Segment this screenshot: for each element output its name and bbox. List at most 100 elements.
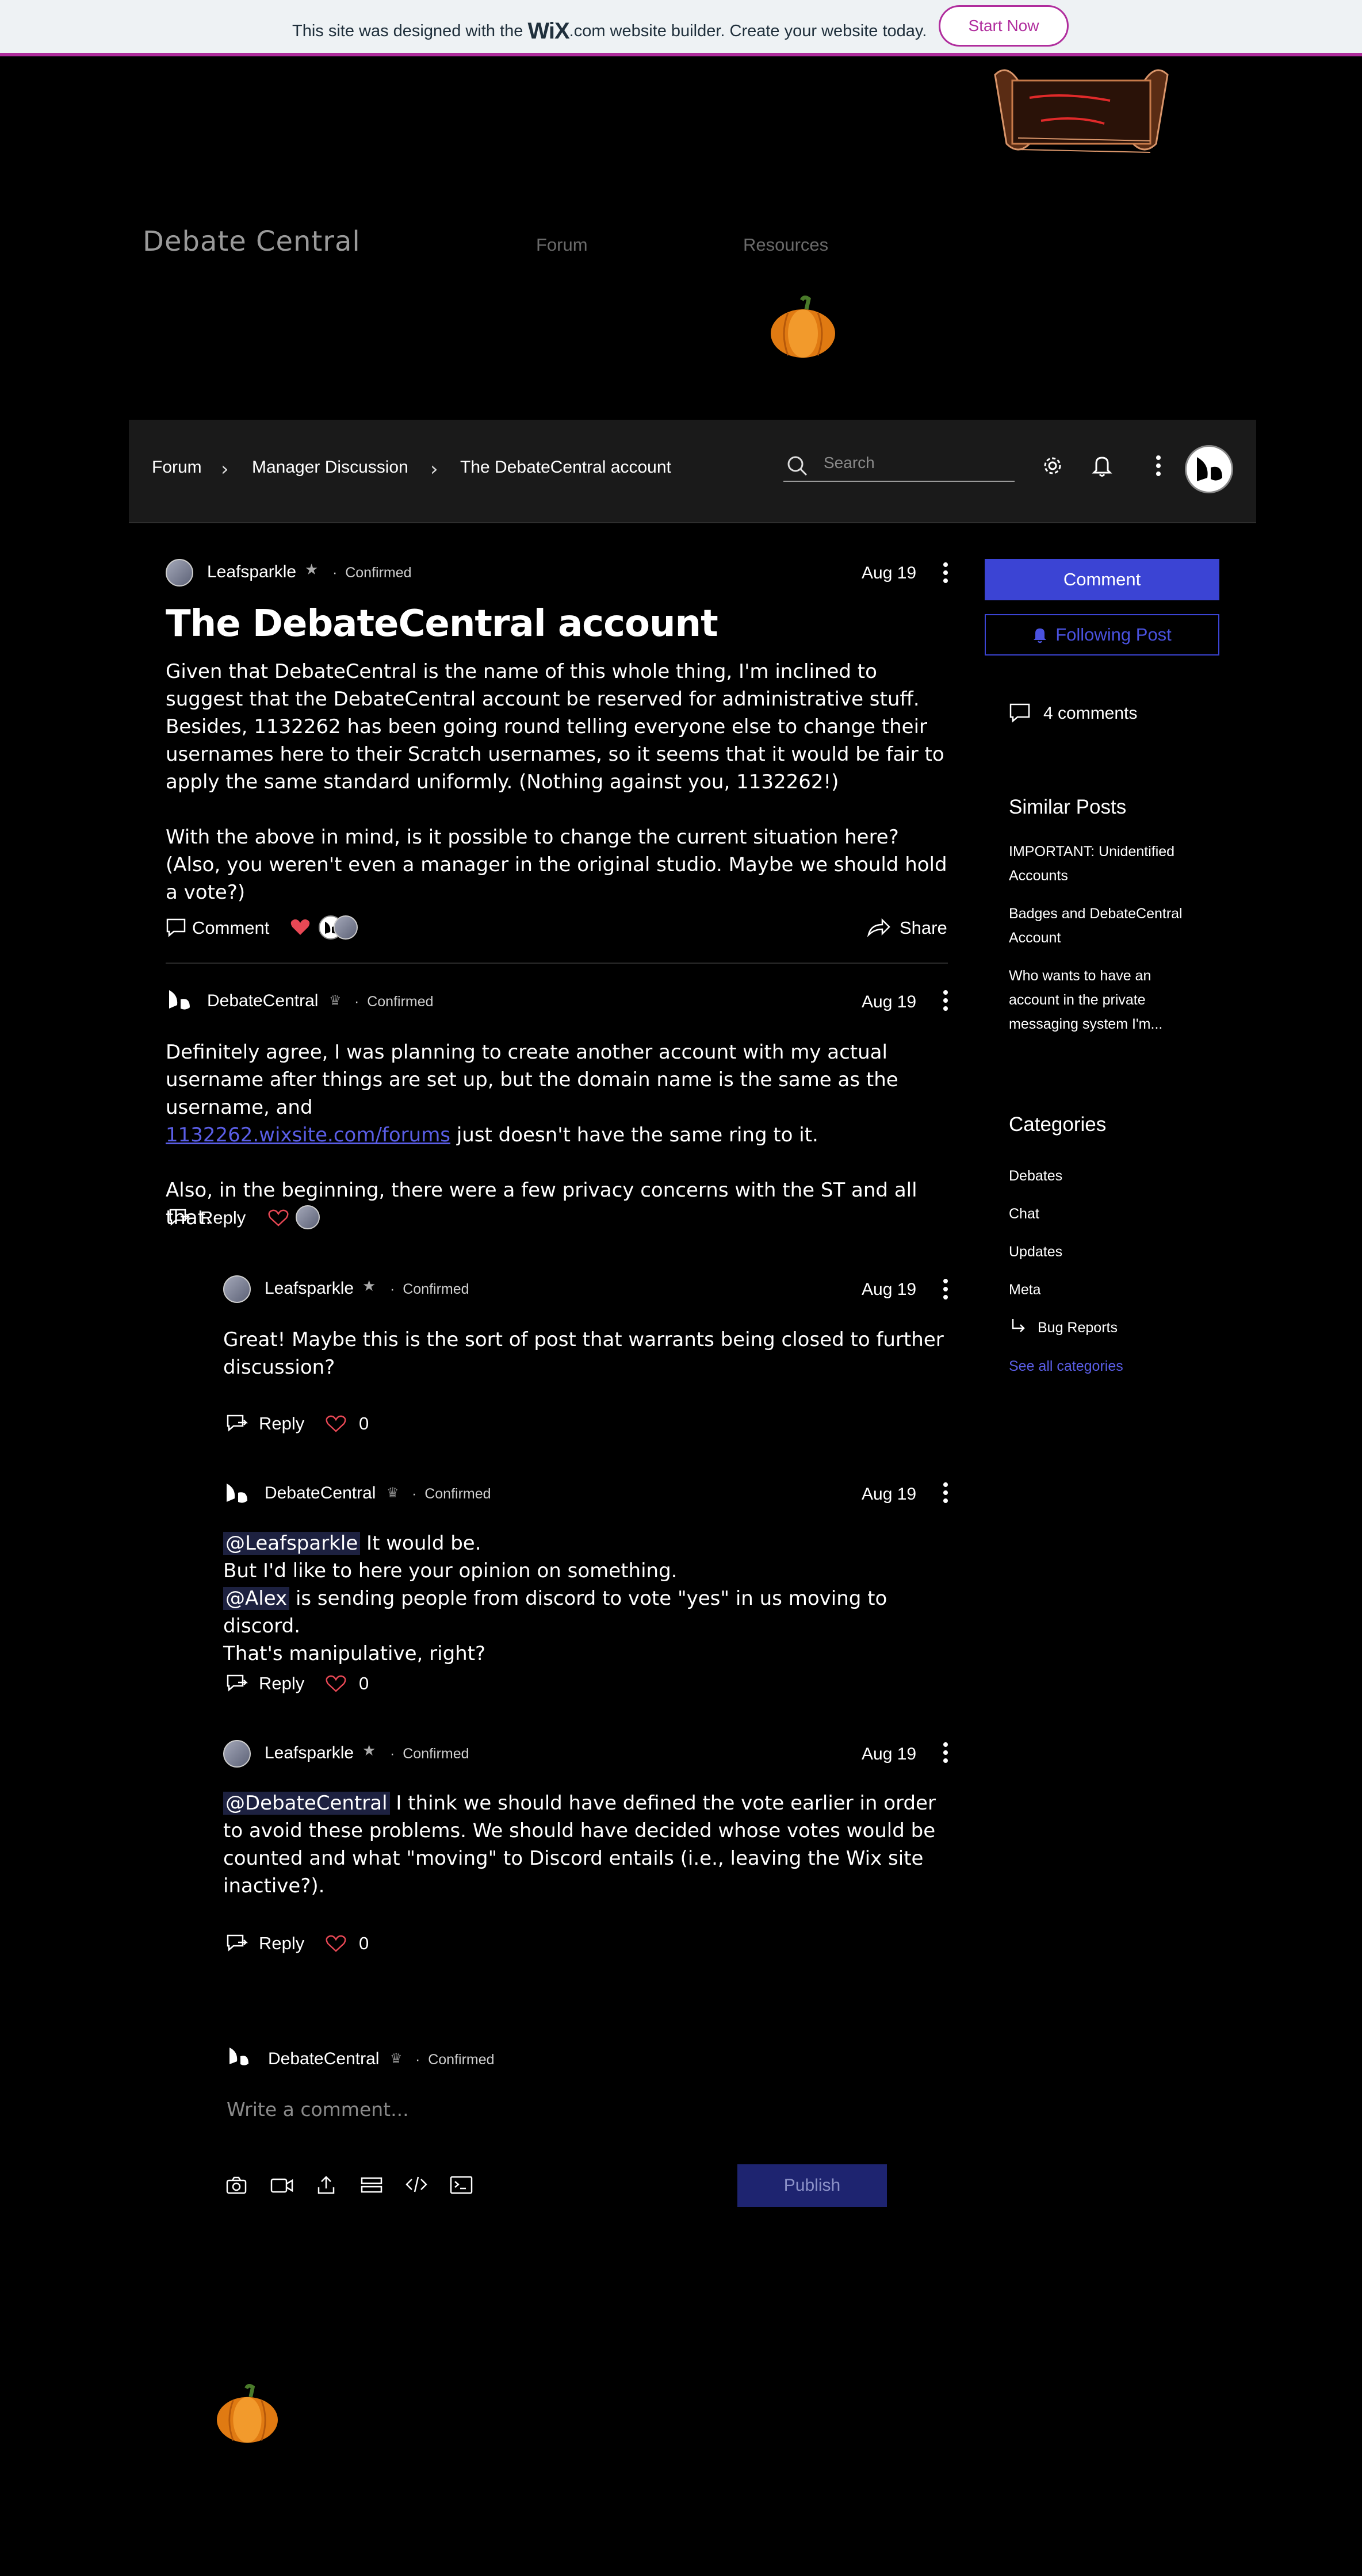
- heart-icon[interactable]: [290, 918, 311, 936]
- publish-button[interactable]: Publish: [737, 2164, 887, 2207]
- avatar[interactable]: [223, 1480, 252, 1509]
- forum-toolbar: Forum › Manager Discussion › The DebateC…: [129, 420, 1256, 523]
- confirmed-badge: · Confirmed: [390, 1746, 469, 1762]
- comment-author[interactable]: DebateCentral: [207, 991, 318, 1011]
- avatar[interactable]: [223, 1740, 251, 1768]
- mention[interactable]: @Alex: [223, 1587, 290, 1610]
- search-input[interactable]: [822, 453, 1009, 473]
- reply-button[interactable]: Reply: [259, 1673, 304, 1694]
- similar-post-link[interactable]: Who wants to have an account in the priva…: [1009, 964, 1216, 1036]
- star-icon: ★: [362, 1742, 376, 1759]
- avatar[interactable]: [166, 987, 194, 1015]
- divider-icon[interactable]: [360, 2176, 383, 2194]
- camera-icon[interactable]: [225, 2176, 247, 2195]
- category-link[interactable]: Debates: [1009, 1164, 1062, 1188]
- post-paragraph: With the above in mind, is it possible t…: [166, 826, 947, 904]
- reply-button[interactable]: Reply: [200, 1208, 246, 1228]
- breadcrumb-forum[interactable]: Forum: [152, 458, 202, 477]
- category-link[interactable]: Chat: [1009, 1202, 1039, 1226]
- category-link[interactable]: Updates: [1009, 1240, 1062, 1264]
- reply-icon[interactable]: [168, 1206, 191, 1227]
- post-title: The DebateCentral account: [166, 603, 718, 645]
- heart-outline-icon[interactable]: [326, 1934, 346, 1953]
- liker-avatar[interactable]: [296, 1205, 320, 1229]
- post-more-icon[interactable]: [943, 562, 949, 586]
- search-box[interactable]: [783, 447, 1015, 482]
- reply-icon[interactable]: [225, 1932, 248, 1953]
- comment-date: Aug 19: [862, 992, 917, 1011]
- heart-outline-icon[interactable]: [326, 1414, 346, 1433]
- upload-icon[interactable]: [316, 2175, 336, 2195]
- reply-icon[interactable]: [225, 1412, 248, 1433]
- chevron-right-icon: ›: [221, 458, 229, 481]
- comment-icon: [1009, 703, 1030, 723]
- code-icon[interactable]: [405, 2175, 428, 2194]
- like-count: 0: [359, 1933, 369, 1953]
- like-count: 0: [359, 1413, 369, 1433]
- site-title[interactable]: Debate Central: [143, 225, 361, 258]
- header-sign-image: [984, 57, 1179, 161]
- similar-post-link[interactable]: Badges and DebateCentral Account: [1009, 902, 1216, 950]
- comment-more-icon[interactable]: [943, 990, 949, 1014]
- post-paragraph: Given that DebateCentral is the name of …: [166, 660, 944, 793]
- reply-author[interactable]: Leafsparkle: [265, 1279, 354, 1298]
- confirmed-badge: · Confirmed: [354, 994, 434, 1010]
- bell-icon[interactable]: [1092, 454, 1112, 477]
- comment-input[interactable]: [225, 2093, 889, 2125]
- bell-filled-icon: [1034, 628, 1047, 643]
- comments-count: 4 comments: [1043, 704, 1138, 723]
- post-author[interactable]: Leafsparkle: [207, 562, 296, 582]
- crown-icon: ♛: [387, 1485, 399, 1501]
- reply-body: Great! Maybe this is the sort of post th…: [223, 1328, 944, 1379]
- share-icon[interactable]: [866, 917, 890, 937]
- debatecentral-logo-icon: [229, 2048, 248, 2065]
- debatecentral-logo-icon: [1197, 457, 1222, 481]
- reply-button[interactable]: Reply: [259, 1413, 304, 1434]
- mention[interactable]: @Leafsparkle: [223, 1532, 361, 1555]
- debatecentral-logo-icon: [169, 990, 190, 1010]
- star-icon: ★: [305, 561, 319, 578]
- breadcrumb-manager-discussion[interactable]: Manager Discussion: [252, 458, 408, 477]
- gear-icon[interactable]: [1042, 455, 1063, 476]
- avatar[interactable]: [166, 559, 193, 586]
- nav-forum[interactable]: Forum: [536, 235, 588, 255]
- confirmed-badge: · Confirmed: [415, 2052, 495, 2068]
- user-avatar[interactable]: [1185, 445, 1233, 493]
- confirmed-badge: · Confirmed: [390, 1281, 469, 1297]
- comment-icon[interactable]: [166, 918, 186, 937]
- category-link[interactable]: Bug Reports: [1038, 1316, 1118, 1340]
- more-menu-icon[interactable]: [1156, 455, 1162, 480]
- heart-outline-icon[interactable]: [268, 1209, 289, 1227]
- comment-button[interactable]: Comment: [192, 918, 269, 938]
- reply-icon[interactable]: [225, 1672, 248, 1693]
- terminal-icon[interactable]: [450, 2176, 473, 2194]
- comment-link[interactable]: 1132262.wixsite.com/forums: [166, 1124, 450, 1147]
- heart-outline-icon[interactable]: [326, 1674, 346, 1693]
- reply-more-icon[interactable]: [943, 1279, 949, 1303]
- mention[interactable]: @DebateCentral: [223, 1792, 390, 1815]
- reply-more-icon[interactable]: [943, 1742, 949, 1766]
- avatar: [227, 2045, 253, 2071]
- reply-author[interactable]: Leafsparkle: [265, 1743, 354, 1763]
- avatar[interactable]: [223, 1275, 251, 1303]
- comment-body: Definitely agree, I was planning to crea…: [166, 1041, 917, 1229]
- breadcrumb-current: The DebateCentral account: [460, 458, 671, 477]
- reply-more-icon[interactable]: [943, 1482, 949, 1506]
- video-icon[interactable]: [270, 2177, 293, 2194]
- liker-avatar[interactable]: [334, 915, 358, 940]
- see-all-categories-link[interactable]: See all categories: [1009, 1358, 1123, 1375]
- sidebar-comment-button[interactable]: Comment: [985, 559, 1219, 600]
- nav-resources[interactable]: Resources: [743, 235, 828, 255]
- like-count: 0: [359, 1673, 369, 1693]
- wix-banner: This site was designed with the WiX.com …: [0, 0, 1362, 56]
- similar-post-link[interactable]: IMPORTANT: Unidentified Accounts: [1009, 839, 1216, 888]
- following-post-button[interactable]: Following Post: [985, 614, 1219, 656]
- start-now-button[interactable]: Start Now: [939, 5, 1069, 47]
- reply-button[interactable]: Reply: [259, 1933, 304, 1954]
- post-body: Given that DebateCentral is the name of …: [166, 658, 954, 906]
- reply-author[interactable]: DebateCentral: [265, 1483, 376, 1503]
- share-button[interactable]: Share: [900, 918, 947, 938]
- categories-heading: Categories: [1009, 1113, 1107, 1136]
- similar-posts-heading: Similar Posts: [1009, 796, 1127, 818]
- category-link[interactable]: Meta: [1009, 1278, 1041, 1302]
